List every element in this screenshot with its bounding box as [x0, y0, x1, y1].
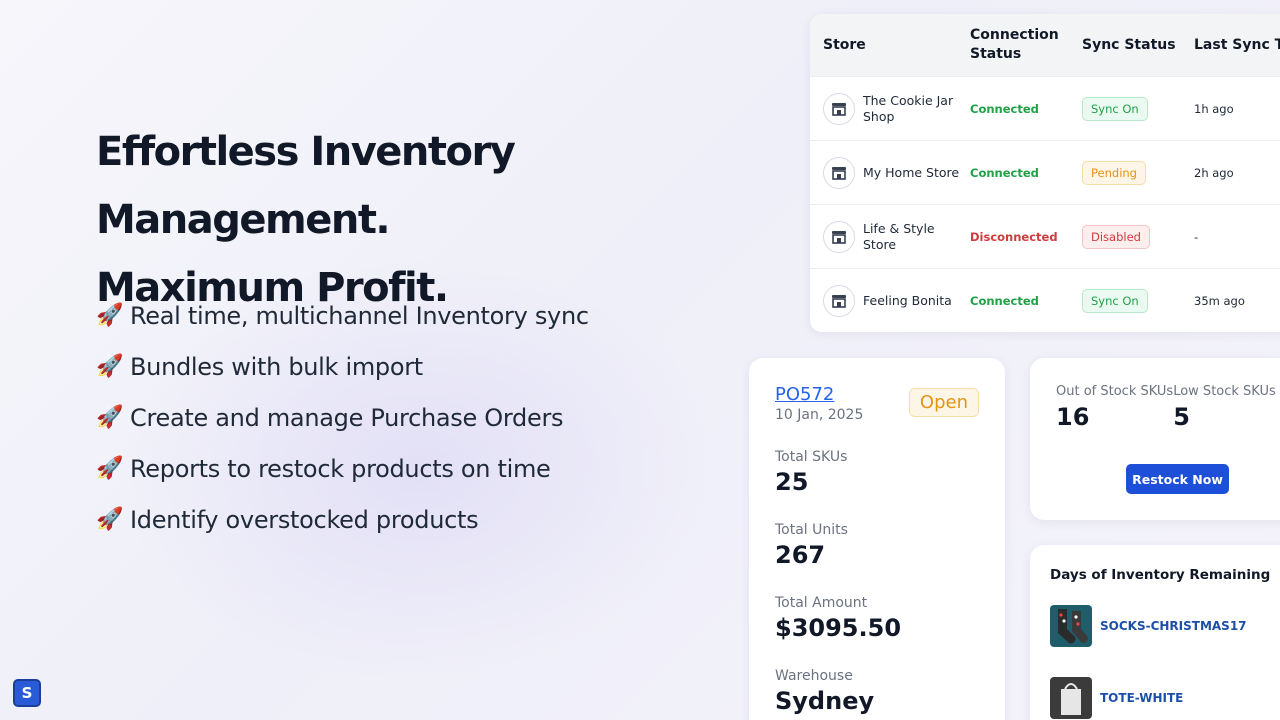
sync-status-badge: Sync On: [1082, 96, 1148, 121]
tote-thumbnail-icon: [1050, 677, 1092, 719]
store-name: Feeling Bonita: [863, 292, 952, 308]
feature-item: 🚀 Identify overstocked products: [96, 494, 589, 545]
po-warehouse-value: Sydney: [775, 687, 875, 715]
days-inventory-card: Days of Inventory Remaining SOCKS-CHRIST…: [1030, 545, 1280, 720]
sync-status-badge: Sync On: [1082, 288, 1148, 313]
table-row[interactable]: My Home Store Connected Pending 2h ago: [810, 140, 1280, 204]
header-last-sync: Last Sync Time: [1194, 37, 1280, 53]
sync-status-badge: Pending: [1082, 160, 1146, 185]
feature-item: 🚀 Bundles with bulk import: [96, 341, 589, 392]
days-inventory-title: Days of Inventory Remaining: [1050, 567, 1271, 583]
po-total-skus-value: 25: [775, 468, 809, 496]
po-total-units-label: Total Units: [775, 522, 848, 538]
list-item[interactable]: TOTE-WHITE: [1050, 677, 1280, 719]
connection-status: Disconnected: [970, 229, 1058, 244]
last-sync-time: 1h ago: [1194, 102, 1234, 116]
rocket-icon: 🚀: [96, 353, 124, 379]
table-row[interactable]: Feeling Bonita Connected Sync On 35m ago: [810, 268, 1280, 332]
low-stock-value: 5: [1173, 403, 1190, 431]
po-warehouse: Warehouse Sydney: [775, 668, 979, 715]
feature-list: 🚀 Real time, multichannel Inventory sync …: [96, 290, 589, 545]
last-sync-time: -: [1194, 230, 1199, 244]
feature-item: 🚀 Reports to restock products on time: [96, 443, 589, 494]
po-total-units: Total Units 267: [775, 522, 979, 569]
po-total-skus-label: Total SKUs: [775, 449, 848, 465]
store-icon: [823, 156, 855, 189]
po-total-amount: Total Amount $3095.50: [775, 595, 979, 642]
header-sync: Sync Status: [1082, 37, 1176, 53]
sku-label: TOTE-WHITE: [1100, 691, 1184, 705]
store-name: Life & Style Store: [863, 220, 935, 252]
po-number-link[interactable]: PO572: [775, 384, 834, 405]
feature-text: Reports to restock products on time: [130, 454, 551, 483]
table-row[interactable]: The Cookie Jar Shop Connected Sync On 1h…: [810, 76, 1280, 140]
rocket-icon: 🚀: [96, 404, 124, 430]
feature-text: Bundles with bulk import: [130, 352, 423, 381]
header-connection: Connection Status: [970, 27, 1059, 62]
list-item[interactable]: SOCKS-CHRISTMAS17: [1050, 605, 1280, 647]
out-of-stock-value: 16: [1056, 403, 1090, 431]
rocket-icon: 🚀: [96, 506, 124, 532]
po-status-badge: Open: [908, 388, 979, 417]
feature-item: 🚀 Create and manage Purchase Orders: [96, 392, 589, 443]
connection-status: Connected: [970, 293, 1039, 308]
out-of-stock-label: Out of Stock SKUs: [1056, 384, 1174, 399]
headline-line-1: Effortless Inventory Management.: [96, 129, 516, 243]
feature-text: Identify overstocked products: [130, 505, 479, 534]
low-stock-label: Low Stock SKUs: [1173, 384, 1276, 399]
store-icon: [823, 92, 855, 125]
connection-status: Connected: [970, 165, 1039, 180]
po-warehouse-label: Warehouse: [775, 668, 853, 684]
feature-text: Create and manage Purchase Orders: [130, 403, 564, 432]
purchase-order-card: PO572 10 Jan, 2025 Open Total SKUs 25 To…: [749, 358, 1005, 720]
po-total-skus: Total SKUs 25: [775, 449, 979, 496]
restock-now-button[interactable]: Restock Now: [1126, 464, 1229, 494]
rocket-icon: 🚀: [96, 455, 124, 481]
po-total-amount-label: Total Amount: [775, 595, 868, 611]
store-icon: [823, 284, 855, 317]
stock-summary-card: Out of Stock SKUs 16 Low Stock SKUs 5 Re…: [1030, 358, 1280, 520]
store-name: My Home Store: [863, 164, 960, 180]
store-name: The Cookie Jar Shop: [863, 92, 954, 124]
sku-label: SOCKS-CHRISTMAS17: [1100, 619, 1247, 633]
feature-item: 🚀 Real time, multichannel Inventory sync: [96, 290, 589, 341]
socks-thumbnail-icon: [1050, 605, 1092, 647]
po-total-units-value: 267: [775, 541, 826, 569]
connection-status: Connected: [970, 101, 1039, 116]
po-date: 10 Jan, 2025: [775, 407, 864, 423]
table-header: Store Connection Status Sync Status Last…: [810, 14, 1280, 76]
table-row[interactable]: Life & Style Store Disconnected Disabled…: [810, 204, 1280, 268]
sync-status-badge: Disabled: [1082, 224, 1150, 249]
stores-table: Store Connection Status Sync Status Last…: [810, 14, 1280, 332]
app-logo[interactable]: S: [13, 679, 41, 707]
po-total-amount-value: $3095.50: [775, 614, 902, 642]
feature-text: Real time, multichannel Inventory sync: [130, 301, 589, 330]
header-store: Store: [823, 37, 866, 53]
rocket-icon: 🚀: [96, 302, 124, 328]
last-sync-time: 2h ago: [1194, 166, 1234, 180]
last-sync-time: 35m ago: [1194, 294, 1245, 308]
store-icon: [823, 220, 855, 253]
